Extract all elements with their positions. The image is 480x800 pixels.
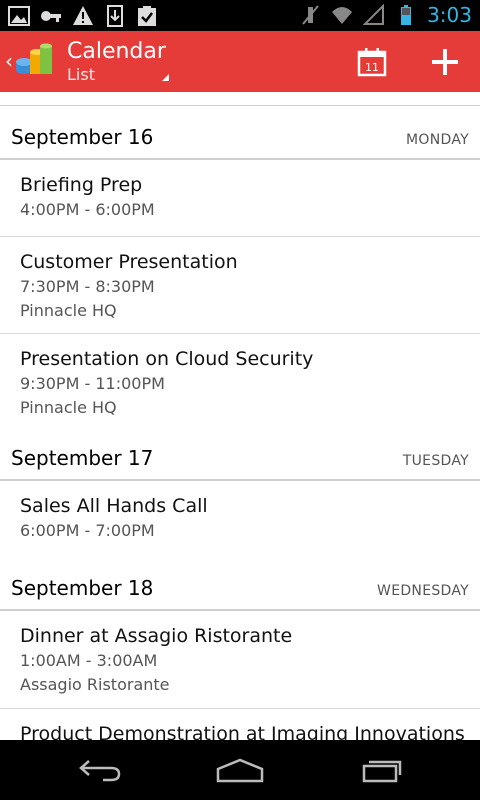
event-time: 9:30PM - 11:00PM <box>20 374 165 393</box>
calendar-icon: 11 <box>357 47 387 76</box>
back-button[interactable] <box>50 740 150 800</box>
app-title: Calendar <box>67 39 166 64</box>
section-date: September 16 <box>11 125 154 149</box>
list-item[interactable]: Product Demonstration at Imaging Innovat… <box>0 709 480 740</box>
battery-icon <box>401 5 412 25</box>
action-bar: ‹ Calendar List 11 <box>0 31 480 92</box>
event-time: 6:00PM - 7:00PM <box>20 521 155 540</box>
event-time: 7:30PM - 8:30PM <box>20 277 155 296</box>
list-item[interactable]: Dinner at Assagio Ristorante 1:00AM - 3:… <box>0 611 480 709</box>
home-icon <box>216 758 264 783</box>
date-header: September 16 MONDAY <box>0 110 480 160</box>
add-event-button[interactable] <box>415 31 475 92</box>
section-weekday: TUESDAY <box>402 453 469 469</box>
event-title: Product Demonstration at Imaging Innovat… <box>20 723 465 740</box>
clock: 3:03 <box>427 3 472 27</box>
mute-icon <box>302 5 319 25</box>
event-title: Briefing Prep <box>20 174 143 196</box>
event-title: Dinner at Assagio Ristorante <box>20 625 293 647</box>
event-location: Pinnacle HQ <box>20 301 117 320</box>
wifi-icon <box>332 7 353 24</box>
event-title: Sales All Hands Call <box>20 495 208 517</box>
section-date: September 18 <box>11 576 154 600</box>
event-location: Assagio Ristorante <box>20 675 170 694</box>
plus-icon <box>432 48 458 75</box>
up-caret-icon[interactable]: ‹ <box>5 51 13 71</box>
app-logo-icon[interactable] <box>14 42 56 82</box>
event-title: Customer Presentation <box>20 251 238 273</box>
section-date: September 17 <box>11 446 154 470</box>
event-title: Presentation on Cloud Security <box>20 348 314 370</box>
warning-icon <box>73 6 93 25</box>
download-icon <box>107 5 123 27</box>
key-icon <box>41 11 61 22</box>
list-item[interactable]: Presentation on Cloud Security 9:30PM - … <box>0 334 480 431</box>
view-spinner[interactable]: Calendar List <box>67 39 166 85</box>
navigation-bar <box>0 740 480 800</box>
event-location: Pinnacle HQ <box>20 398 117 417</box>
recent-apps-icon <box>362 760 402 783</box>
event-time: 4:00PM - 6:00PM <box>20 200 155 219</box>
section-weekday: MONDAY <box>406 132 469 148</box>
status-bar: 3:03 <box>0 0 480 31</box>
event-time: 1:00AM - 3:00AM <box>20 651 158 670</box>
list-item[interactable]: Briefing Prep 4:00PM - 6:00PM <box>0 160 480 237</box>
image-icon <box>8 6 30 26</box>
date-header: September 17 TUESDAY <box>0 431 480 481</box>
event-list[interactable]: September 16 MONDAY Briefing Prep 4:00PM… <box>0 92 480 740</box>
today-button[interactable]: 11 <box>342 31 402 92</box>
divider <box>0 105 480 106</box>
list-item[interactable]: Sales All Hands Call 6:00PM - 7:00PM <box>0 481 480 561</box>
list-item[interactable]: Customer Presentation 7:30PM - 8:30PM Pi… <box>0 237 480 334</box>
dropdown-triangle-icon <box>162 74 169 81</box>
home-button[interactable] <box>190 740 290 800</box>
back-icon <box>79 760 121 782</box>
view-subtitle: List <box>67 65 95 84</box>
signal-icon <box>363 4 385 25</box>
clipboard-check-icon <box>138 6 156 26</box>
today-day-number: 11 <box>365 61 379 74</box>
section-weekday: WEDNESDAY <box>377 583 469 599</box>
date-header: September 18 WEDNESDAY <box>0 561 480 611</box>
recent-apps-button[interactable] <box>332 740 432 800</box>
